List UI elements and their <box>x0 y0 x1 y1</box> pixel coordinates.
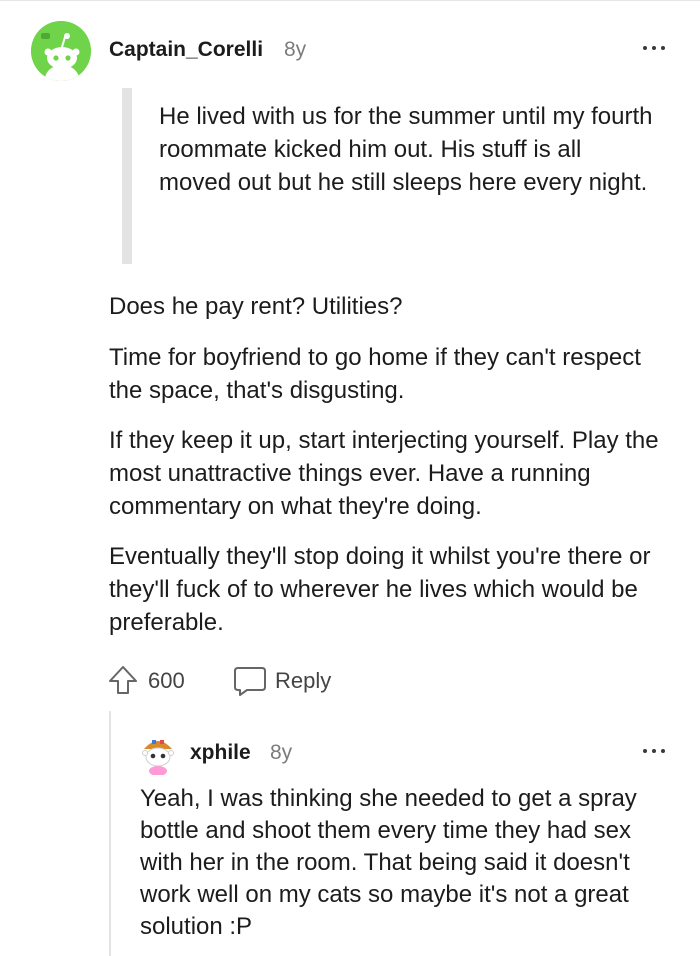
comment-paragraph: If they keep it up, start interjecting y… <box>109 427 659 520</box>
upvote-count: 600 <box>148 668 185 693</box>
more-options-icon[interactable] <box>640 38 670 58</box>
thread-line[interactable] <box>109 711 111 956</box>
snoo-avatar-icon <box>31 21 91 81</box>
comment-author[interactable]: Captain_Corelli <box>109 38 263 62</box>
avatar[interactable] <box>31 21 91 81</box>
upvote-arrow-icon[interactable] <box>107 664 139 696</box>
comment-age: 8y <box>284 38 307 61</box>
comment-body: Yeah, I was thinking she needed to get a… <box>140 785 637 940</box>
comment-paragraph: Does he pay rent? Utilities? <box>109 293 403 320</box>
comment-paragraph: Time for boyfriend to go home if they ca… <box>109 344 641 404</box>
avatar[interactable] <box>138 735 178 775</box>
comment-paragraph: Eventually they'll stop doing it whilst … <box>109 543 651 636</box>
speech-bubble-icon <box>234 667 266 696</box>
blockquote-bar <box>122 88 132 264</box>
reply-label: Reply <box>275 668 332 693</box>
top-divider <box>0 0 700 1</box>
more-options-icon[interactable] <box>640 741 670 761</box>
comment-author[interactable]: xphile <box>190 741 251 765</box>
blockquote-text: He lived with us for the summer until my… <box>159 103 653 196</box>
comment-age: 8y <box>270 741 293 764</box>
